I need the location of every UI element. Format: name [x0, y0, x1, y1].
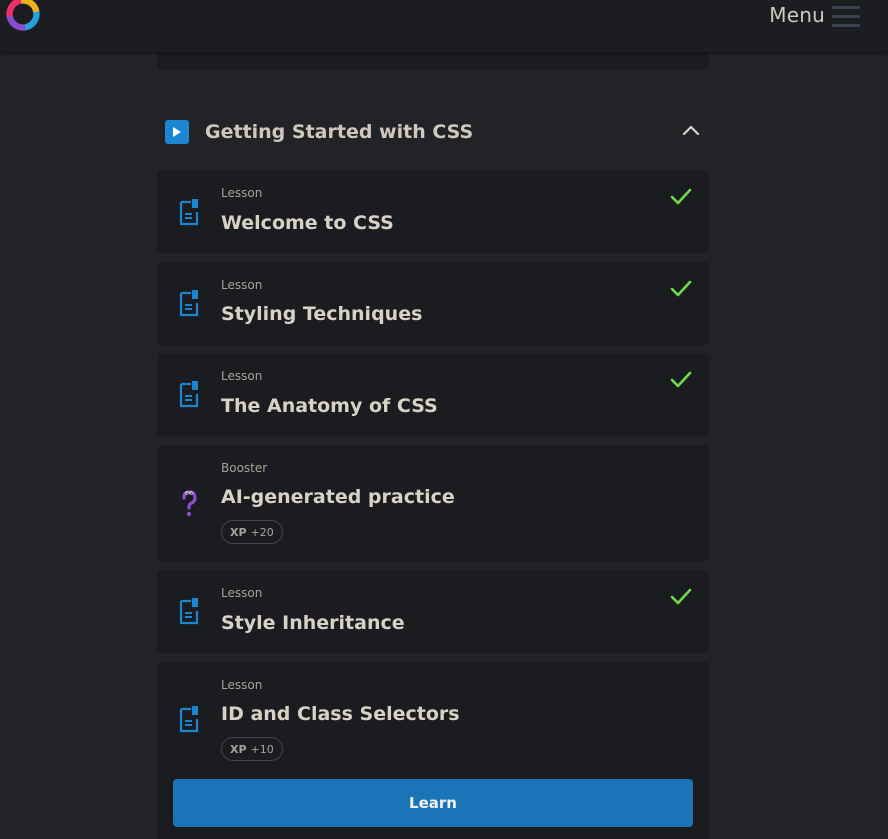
lesson-item-styling-techniques[interactable]: Lesson Styling Techniques	[157, 262, 709, 345]
learn-button[interactable]: Learn	[173, 779, 693, 827]
page: Menu Getting Started with CSS Lesson Wel…	[0, 0, 888, 839]
item-kind: Lesson	[221, 586, 263, 600]
xp-badge: XP +20	[221, 520, 283, 544]
menu-button[interactable]: Menu	[769, 0, 860, 30]
item-title: ID and Class Selectors	[221, 703, 460, 725]
xp-value: +10	[250, 742, 274, 756]
chevron-up-icon[interactable]	[681, 121, 701, 141]
section-header[interactable]: Getting Started with CSS	[157, 112, 709, 152]
hamburger-icon	[832, 4, 860, 27]
lesson-item-id-and-class-selectors[interactable]: Lesson ID and Class Selectors XP +10 Lea…	[157, 662, 709, 839]
document-icon	[179, 381, 199, 408]
xp-label: XP	[230, 742, 247, 756]
section-title: Getting Started with CSS	[205, 121, 474, 143]
item-kind: Lesson	[221, 186, 263, 200]
menu-label: Menu	[769, 3, 825, 27]
question-mark-icon	[182, 490, 197, 517]
document-icon	[179, 706, 199, 733]
item-kind: Lesson	[221, 369, 263, 383]
checkmark-icon	[670, 280, 692, 297]
item-kind: Lesson	[221, 678, 263, 692]
xp-label: XP	[230, 525, 247, 539]
lesson-item-anatomy-of-css[interactable]: Lesson The Anatomy of CSS	[157, 353, 709, 436]
lesson-item-style-inheritance[interactable]: Lesson Style Inheritance	[157, 570, 709, 653]
checkmark-icon	[670, 188, 692, 205]
item-title: The Anatomy of CSS	[221, 395, 438, 417]
play-icon	[165, 120, 189, 144]
item-title: Styling Techniques	[221, 303, 423, 325]
xp-badge: XP +10	[221, 737, 283, 761]
item-title: AI-generated practice	[221, 486, 455, 508]
item-title: Style Inheritance	[221, 612, 405, 634]
item-kind: Booster	[221, 461, 268, 475]
swirl-logo-icon[interactable]	[5, 0, 41, 32]
checkmark-icon	[670, 371, 692, 388]
item-title: Welcome to CSS	[221, 212, 394, 234]
lesson-item-welcome-to-css[interactable]: Lesson Welcome to CSS	[157, 170, 709, 253]
document-icon	[179, 290, 199, 317]
document-icon	[179, 598, 199, 625]
document-icon	[179, 199, 199, 226]
top-bar: Menu	[0, 0, 888, 52]
item-kind: Lesson	[221, 278, 263, 292]
booster-item-ai-generated-practice[interactable]: Booster AI-generated practice XP +20	[157, 445, 709, 561]
xp-value: +20	[250, 525, 274, 539]
checkmark-icon	[670, 588, 692, 605]
